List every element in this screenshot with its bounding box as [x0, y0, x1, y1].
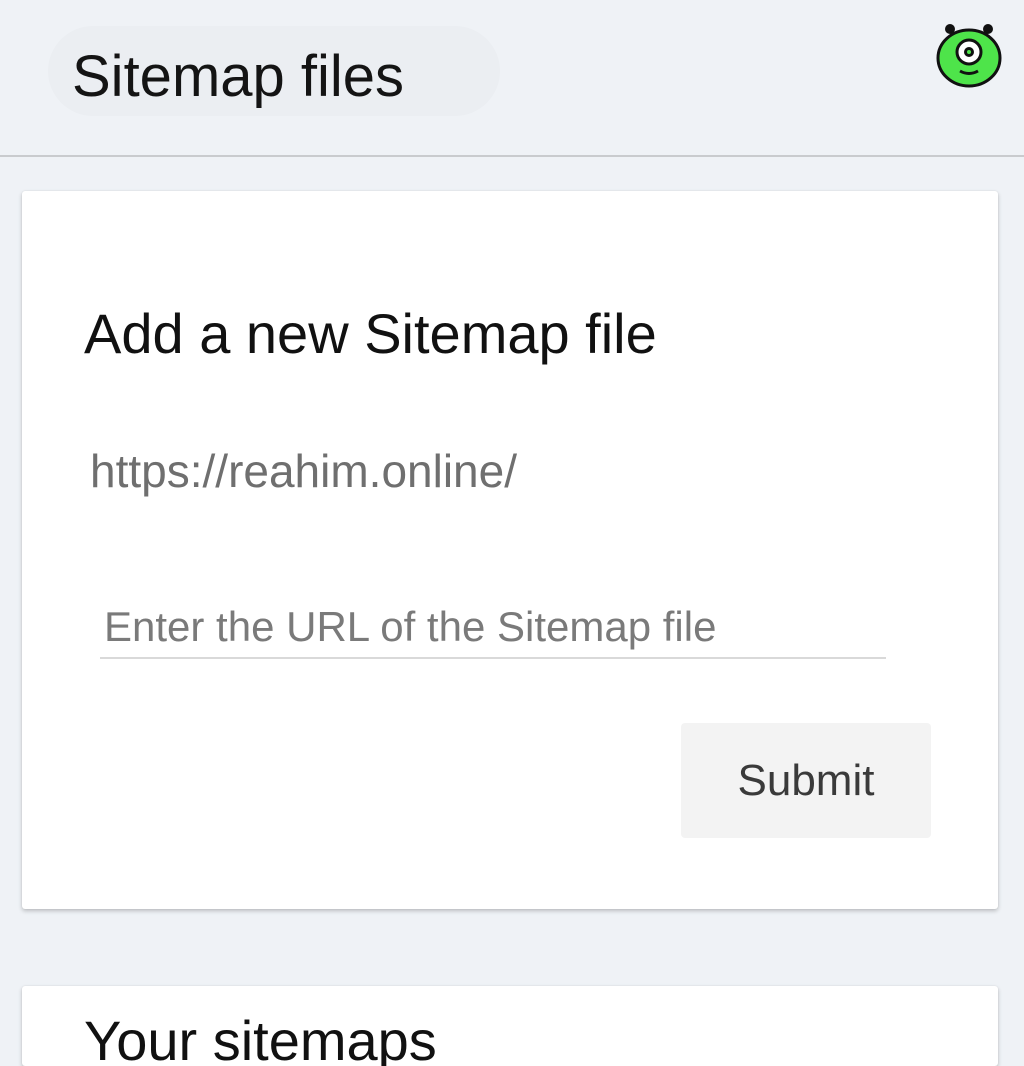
base-url-label: https://reahim.online/: [90, 445, 518, 497]
sitemaps-list-title: Your sitemaps: [84, 1009, 437, 1066]
add-sitemap-card: Add a new Sitemap file https://reahim.on…: [22, 191, 998, 909]
submit-button[interactable]: Submit: [681, 723, 931, 838]
app-header: Sitemap files: [0, 0, 1024, 157]
page-title: Sitemap files: [72, 44, 405, 109]
avatar[interactable]: [934, 22, 1004, 88]
sitemaps-list-card: Your sitemaps: [22, 986, 998, 1066]
green-monster-avatar-icon: [936, 24, 1002, 88]
card-title: Add a new Sitemap file: [84, 302, 657, 365]
sitemap-url-input[interactable]: [100, 597, 886, 659]
